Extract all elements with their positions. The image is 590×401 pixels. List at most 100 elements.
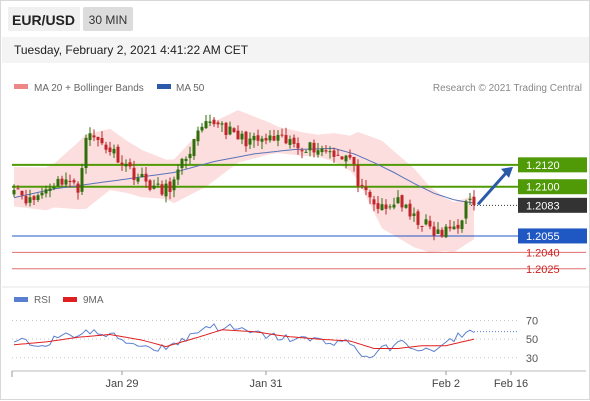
timeframe-label[interactable]: 30 MIN [89, 13, 128, 27]
candle-body [128, 162, 132, 167]
candle-body [448, 226, 452, 229]
candle-body [264, 138, 268, 141]
candle-body [400, 195, 404, 208]
candle-body [188, 153, 192, 159]
rsi-tick-label: 70 [526, 315, 538, 327]
candle-body [76, 183, 80, 193]
candle-body [92, 135, 96, 138]
candle-body [280, 134, 284, 136]
candle-body [140, 173, 144, 178]
candle-body [272, 135, 276, 141]
candle-body [112, 148, 116, 154]
datetime-text: Tuesday, February 2, 2021 4:41:22 AM CET [14, 43, 249, 57]
candle-body [52, 187, 56, 189]
candle-body [32, 196, 36, 200]
candle-body [292, 137, 296, 144]
candle-body [312, 142, 316, 153]
rsi-tick-label: 50 [526, 334, 538, 346]
candle-body [452, 226, 456, 230]
candle-body [180, 158, 184, 169]
candle-body [220, 123, 224, 125]
level-label: 1.2040 [526, 247, 560, 259]
candle-body [36, 195, 40, 200]
candle-body [352, 157, 356, 164]
candle-body [416, 211, 420, 225]
candle-body [132, 167, 136, 180]
level-label: 1.2120 [526, 160, 560, 172]
candle-body [424, 219, 428, 225]
x-tick-label: Feb 16 [494, 378, 528, 390]
candle-body [252, 135, 256, 141]
candle-body [284, 135, 288, 144]
candle-body [248, 138, 252, 145]
candle-body [436, 229, 440, 234]
candle-body [268, 135, 272, 141]
candle-body [380, 204, 384, 211]
candle-body [108, 147, 112, 153]
candle-body [172, 179, 176, 191]
candle-body [332, 150, 336, 157]
candle-body [104, 144, 108, 150]
candle-body [320, 148, 324, 153]
candle-body [336, 154, 340, 156]
candle-body [444, 226, 448, 238]
chart-frame: EUR/USD 30 MIN Tuesday, February 2, 2021… [0, 0, 590, 400]
candle-body [408, 203, 412, 217]
candle-body [176, 169, 180, 180]
candle-body [24, 196, 28, 204]
chart-canvas: EUR/USD 30 MIN Tuesday, February 2, 2021… [2, 7, 589, 390]
candle-body [120, 162, 124, 165]
legend-label-bollinger: MA 20 + Bollinger Bands [34, 83, 144, 94]
candle-body [372, 199, 376, 205]
candle-body [468, 198, 472, 200]
candle-body [48, 188, 52, 191]
candle-body [192, 139, 196, 157]
candle-body [56, 178, 60, 187]
pair-label: EUR/USD [12, 12, 75, 28]
candle-body [240, 133, 244, 140]
candle-body [168, 181, 172, 192]
candle-body [472, 196, 476, 206]
credit-text: Research © 2021 Trading Central [433, 83, 582, 94]
candle-body [376, 203, 380, 209]
candle-body [40, 192, 44, 196]
candle-body [356, 165, 360, 187]
candle-body [20, 190, 24, 196]
price-panel: 1.2120 1.2100 1.2083 1.2055 1.2040 1.2025 [12, 110, 587, 276]
candle-body [324, 150, 328, 152]
candle-body [388, 206, 392, 208]
candle-body [84, 137, 88, 169]
candle-body [152, 185, 156, 189]
candle-body [420, 225, 424, 227]
legend-swatch-rsi [14, 297, 28, 302]
candle-body [116, 146, 120, 163]
candle-body [232, 128, 236, 133]
level-label: 1.2025 [526, 264, 560, 276]
candle-body [368, 191, 372, 198]
candle-body [12, 189, 16, 195]
candle-body [260, 138, 264, 142]
candle-body [164, 183, 168, 197]
x-tick-label: Jan 31 [249, 378, 282, 390]
candle-body [208, 121, 212, 124]
candle-body [212, 119, 216, 125]
candle-body [216, 122, 220, 125]
legend-label-ma50: MA 50 [176, 83, 205, 94]
candle-body [144, 173, 148, 182]
candle-body [392, 204, 396, 208]
legend-swatch-bollinger [14, 84, 28, 89]
candle-body [64, 179, 68, 185]
candle-body [88, 133, 92, 141]
x-tick-label: Jan 29 [105, 378, 138, 390]
rsi-tick-label: 30 [526, 353, 538, 365]
candle-body [432, 226, 436, 236]
rsi-line [13, 323, 475, 359]
candle-body [196, 130, 200, 142]
candle-body [396, 197, 400, 204]
candle-body [184, 158, 188, 162]
projection-arrow-shaft [476, 170, 509, 206]
candle-body [288, 139, 292, 145]
candle-body [364, 186, 368, 191]
candle-body [96, 136, 100, 141]
candle-body [456, 224, 460, 229]
